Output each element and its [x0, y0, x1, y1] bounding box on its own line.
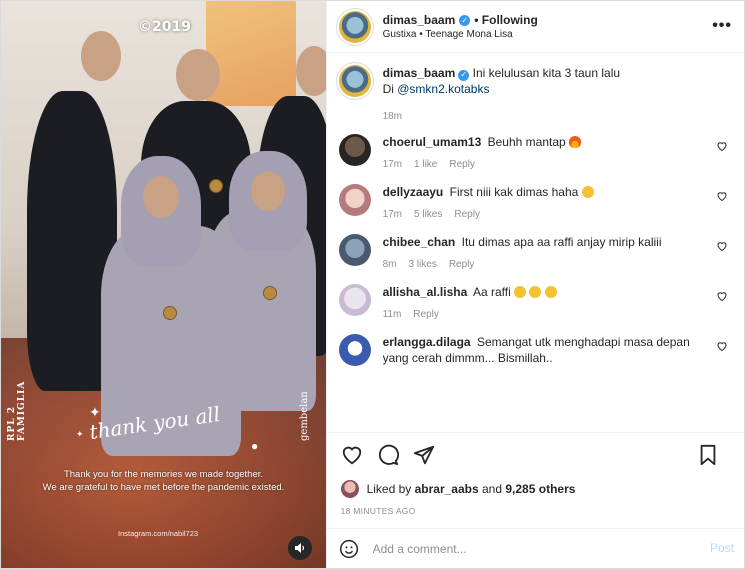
caption-time[interactable]: 18m: [383, 111, 402, 122]
comment-item: dellyzaayu First niii kak dimas haha 17m…: [338, 184, 728, 220]
video-year-text: ©2019: [138, 19, 191, 35]
comments-list[interactable]: dimas_baam ✓ Ini kelulusan kita 3 taun la…: [327, 53, 744, 432]
comment-heart-icon[interactable]: [716, 240, 728, 252]
comment-text: First niii kak dimas haha: [449, 185, 579, 199]
comment-text: Beuhh mantap: [487, 135, 566, 149]
post-time-ago[interactable]: 18 MINUTES AGO: [327, 502, 744, 528]
commenter-avatar[interactable]: [338, 234, 371, 266]
author-avatar[interactable]: [338, 65, 371, 97]
heart-icon[interactable]: [341, 444, 363, 466]
video-message-line: Thank you for the memories we made toget…: [63, 469, 264, 480]
mute-button[interactable]: [288, 536, 312, 560]
commenter-avatar[interactable]: [338, 184, 371, 216]
likes-summary: Liked by abrar_aabs and 9,285 others: [327, 476, 744, 502]
audio-track[interactable]: Gustixa • Teenage Mona Lisa: [383, 29, 538, 40]
comment-item: erlangga.dilaga Semangat utk menghadapi …: [338, 334, 728, 366]
comment-likes[interactable]: 5 likes: [414, 209, 442, 220]
caption-mention[interactable]: @smkn2.kotabks: [397, 82, 489, 96]
post-modal: ©2019 RPL 2 FAMIGLIA gembelan ✦ ✦ ● than…: [0, 0, 745, 569]
post-comment-button[interactable]: Post: [710, 541, 734, 555]
comment-item: chibee_chan Itu dimas apa aa raffi anjay…: [338, 234, 728, 270]
heart-eyes-emoji-icon: [529, 286, 542, 298]
video-side-text-right: gembelan: [298, 391, 310, 441]
caption: dimas_baam ✓ Ini kelulusan kita 3 taun la…: [338, 65, 728, 122]
caption-prefix: Di: [382, 82, 398, 96]
comment-item: choerul_umam13 Beuhh mantap 17m 1 like R…: [338, 134, 728, 170]
reply-button[interactable]: Reply: [449, 159, 475, 170]
post-header: dimas_baam ✓ • Following Gustixa • Teena…: [326, 1, 744, 53]
video-side-text-left: RPL 2 FAMIGLIA: [7, 380, 27, 441]
comment-heart-icon[interactable]: [716, 190, 728, 202]
reply-button[interactable]: Reply: [413, 309, 439, 320]
comment-likes[interactable]: 1 like: [414, 159, 437, 170]
heart-eyes-emoji-icon: [544, 286, 557, 298]
author-username[interactable]: dimas_baam: [383, 13, 456, 27]
comment-username[interactable]: allisha_al.lisha: [383, 285, 468, 299]
likes-count[interactable]: 9,285 others: [505, 482, 575, 496]
comment-text: Aa raffi: [472, 285, 511, 299]
comment-heart-icon[interactable]: [716, 140, 728, 152]
commenter-avatar[interactable]: [338, 284, 371, 316]
comment-likes[interactable]: 3 likes: [408, 259, 436, 270]
heart-eyes-emoji-icon: [514, 286, 527, 298]
comment-heart-icon[interactable]: [716, 290, 728, 302]
video-message: Thank you for the memories we made toget…: [21, 468, 306, 494]
following-button[interactable]: • Following: [474, 13, 538, 27]
comment-username[interactable]: chibee_chan: [383, 235, 456, 249]
verified-icon: ✓: [459, 14, 471, 26]
bookmark-icon[interactable]: [698, 444, 718, 466]
liker-username[interactable]: abrar_aabs: [415, 482, 479, 496]
video-message-line: We are grateful to have met before the p…: [42, 482, 285, 493]
comment-time[interactable]: 11m: [383, 309, 402, 320]
more-icon[interactable]: •••: [712, 17, 732, 35]
comment-username[interactable]: dellyzaayu: [383, 185, 444, 199]
add-comment-bar: Post: [326, 528, 744, 568]
comment-icon[interactable]: [377, 444, 399, 466]
comment-heart-icon[interactable]: [716, 340, 728, 352]
share-icon[interactable]: [413, 444, 435, 466]
heart-eyes-emoji-icon: [581, 186, 594, 198]
post-actions: [326, 432, 744, 476]
comment-username[interactable]: choerul_umam13: [383, 135, 482, 149]
video-poster-decor: [205, 1, 296, 106]
reply-button[interactable]: Reply: [449, 259, 475, 270]
comment-time[interactable]: 17m: [383, 209, 402, 220]
post-side-panel: dimas_baam ✓ • Following Gustixa • Teena…: [325, 1, 744, 568]
comment-time[interactable]: 17m: [383, 159, 402, 170]
comment-username[interactable]: erlangga.dilaga: [383, 335, 471, 349]
comment-text: Itu dimas apa aa raffi anjay mirip kalii…: [461, 235, 662, 249]
commenter-avatar[interactable]: [338, 334, 371, 366]
caption-text: Ini kelulusan kita 3 taun lalu: [472, 66, 621, 80]
emoji-icon[interactable]: [339, 539, 359, 559]
likes-prefix: Liked by: [366, 482, 412, 496]
video-ig-handle: Instagram.com/nabil723: [118, 529, 199, 538]
comment-input[interactable]: [372, 541, 673, 556]
comment-item: allisha_al.lisha Aa raffi 11m Reply: [338, 284, 728, 320]
likes-middle: and: [482, 482, 503, 496]
liker-avatar[interactable]: [340, 480, 359, 498]
fire-emoji-icon: [569, 136, 582, 148]
sparkle-icon: ✦: [76, 429, 84, 439]
reply-button[interactable]: Reply: [454, 209, 480, 220]
author-avatar[interactable]: [338, 10, 371, 43]
caption-username[interactable]: dimas_baam: [383, 66, 456, 80]
sparkle-icon: ●: [251, 439, 259, 453]
comment-time[interactable]: 8m: [383, 259, 397, 270]
commenter-avatar[interactable]: [338, 134, 371, 166]
post-video[interactable]: ©2019 RPL 2 FAMIGLIA gembelan ✦ ✦ ● than…: [1, 1, 326, 568]
verified-icon: ✓: [458, 69, 470, 81]
speaker-icon: [295, 543, 305, 553]
